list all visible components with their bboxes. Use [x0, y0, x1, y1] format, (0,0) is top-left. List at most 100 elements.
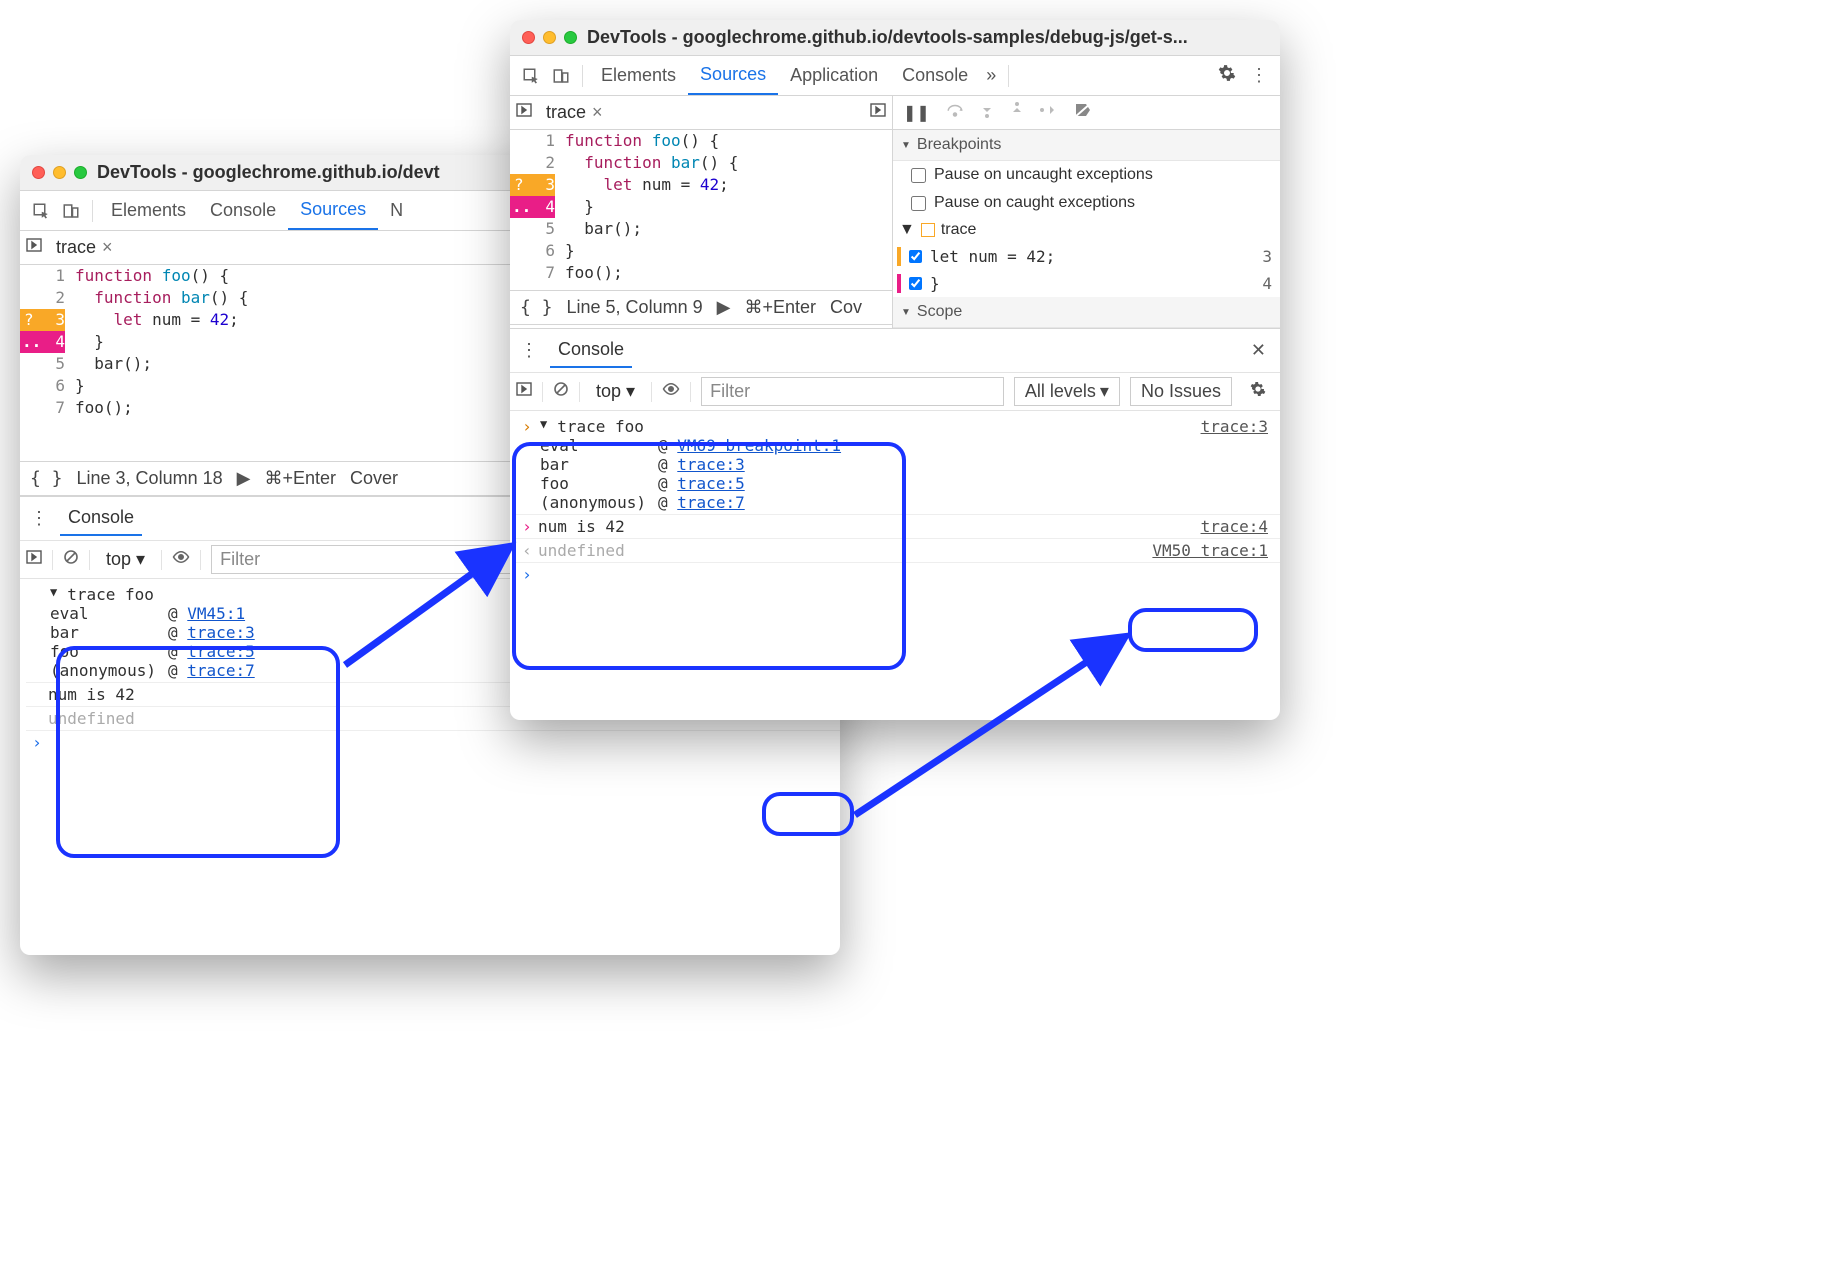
zoom-dot[interactable] [74, 166, 87, 179]
stack-link[interactable]: trace:5 [187, 642, 254, 661]
bp-checkbox[interactable] [909, 277, 922, 290]
traffic-lights [32, 166, 87, 179]
warning-icon: › [516, 417, 538, 436]
clear-console-icon[interactable] [63, 549, 79, 570]
stack-trace: ▼trace foo eval@ VM69 breakpoint:1 bar@ … [538, 417, 1201, 512]
run-hint: ⌘+Enter [744, 297, 816, 318]
disclosure-icon[interactable]: ▼ [540, 417, 547, 436]
context-selector[interactable]: top ▾ [100, 547, 151, 572]
close-dot[interactable] [522, 31, 535, 44]
tabs-overflow-icon[interactable] [870, 102, 886, 123]
tab-elements[interactable]: Elements [589, 57, 688, 94]
coverage[interactable]: Cov [830, 297, 862, 318]
tab-elements[interactable]: Elements [99, 192, 198, 229]
console-drawer: ⋮ Console ✕ top ▾ Filter All levels ▾ No… [510, 328, 1280, 590]
settings-icon[interactable] [1210, 64, 1244, 87]
window-title: DevTools - googlechrome.github.io/devt [97, 162, 440, 183]
pause-icon[interactable]: ❚❚ [903, 103, 930, 123]
checkbox[interactable] [911, 196, 926, 211]
pretty-print-button[interactable]: { } [30, 468, 63, 489]
deactivate-bp-icon[interactable] [1074, 102, 1092, 123]
console-row: › num is 42 trace:4 [516, 514, 1280, 538]
pretty-print-button[interactable]: { } [520, 297, 553, 318]
drawer-menu-icon[interactable]: ⋮ [516, 340, 542, 361]
console-prompt[interactable]: › [516, 562, 1280, 586]
bp-checkbox[interactable] [909, 250, 922, 263]
live-expr-icon[interactable] [662, 380, 680, 403]
checkbox[interactable] [911, 168, 926, 183]
stack-link[interactable]: VM69 breakpoint:1 [677, 436, 841, 455]
issues-button[interactable]: No Issues [1130, 377, 1232, 406]
log-icon: › [516, 517, 538, 536]
disclosure-icon[interactable]: ▼ [50, 585, 57, 604]
drawer-menu-icon[interactable]: ⋮ [26, 508, 52, 529]
navigator-toggle-icon[interactable] [516, 102, 532, 123]
tab-overflow[interactable]: N [378, 192, 415, 229]
close-icon[interactable]: × [592, 102, 603, 123]
titlebar: DevTools - googlechrome.github.io/devtoo… [510, 20, 1280, 56]
navigator-toggle-icon[interactable] [26, 237, 42, 258]
tab-sources[interactable]: Sources [688, 56, 778, 95]
source-code: function foo() { function bar() { let nu… [75, 265, 256, 461]
zoom-dot[interactable] [564, 31, 577, 44]
cursor-position: Line 5, Column 9 [567, 297, 703, 318]
live-expr-icon[interactable] [172, 548, 190, 571]
step-into-icon[interactable] [980, 102, 994, 123]
coverage[interactable]: Cover [350, 468, 398, 489]
file-icon [921, 223, 935, 237]
device-icon[interactable] [546, 59, 576, 93]
source-link[interactable]: VM50 trace:1 [1152, 541, 1276, 560]
minimize-dot[interactable] [53, 166, 66, 179]
source-link[interactable]: trace:4 [1201, 517, 1276, 536]
drawer-tab-console[interactable]: Console [60, 501, 142, 536]
drawer-tab-console[interactable]: Console [550, 333, 632, 368]
tab-console[interactable]: Console [890, 57, 980, 94]
scope-header[interactable]: ▼Scope [893, 297, 1280, 327]
close-dot[interactable] [32, 166, 45, 179]
breakpoint-group[interactable]: ▼trace [893, 217, 1280, 243]
tabs-overflow-icon[interactable]: » [980, 57, 1002, 94]
pause-caught[interactable]: Pause on caught exceptions [893, 189, 1280, 217]
sidebar-toggle-icon[interactable] [26, 549, 42, 570]
step-icon[interactable] [1040, 103, 1058, 122]
pause-uncaught[interactable]: Pause on uncaught exceptions [893, 161, 1280, 189]
traffic-lights [522, 31, 577, 44]
tab-sources[interactable]: Sources [288, 191, 378, 230]
file-tab-trace[interactable]: trace × [540, 100, 609, 125]
run-icon[interactable]: ▶ [237, 468, 251, 489]
tab-console[interactable]: Console [198, 192, 288, 229]
inspect-icon[interactable] [26, 194, 56, 228]
breakpoint-row[interactable]: }4 [893, 270, 1280, 297]
stack-link[interactable]: VM45:1 [187, 604, 245, 623]
file-tab-trace[interactable]: trace × [50, 235, 119, 260]
breakpoints-header[interactable]: ▼Breakpoints [893, 130, 1280, 160]
stack-link[interactable]: trace:3 [677, 455, 744, 474]
close-drawer-icon[interactable]: ✕ [1243, 340, 1274, 361]
context-selector[interactable]: top ▾ [590, 379, 641, 404]
console-row: ‹ undefined VM50 trace:1 [516, 538, 1280, 562]
stack-link[interactable]: trace:7 [187, 661, 254, 680]
kebab-icon[interactable]: ⋮ [1244, 59, 1274, 93]
device-icon[interactable] [56, 194, 86, 228]
run-icon[interactable]: ▶ [717, 297, 731, 318]
file-tabs-bar: trace × [510, 96, 892, 130]
clear-console-icon[interactable] [553, 381, 569, 402]
stack-link[interactable]: trace:5 [677, 474, 744, 493]
source-link[interactable]: trace:3 [1201, 417, 1276, 436]
console-prompt[interactable]: › [26, 730, 840, 754]
step-over-icon[interactable] [946, 102, 964, 123]
stack-link[interactable]: trace:3 [187, 623, 254, 642]
inspect-icon[interactable] [516, 59, 546, 93]
close-icon[interactable]: × [102, 237, 113, 258]
source-editor[interactable]: 1 2 3 4 5 6 7 function foo() { function … [510, 130, 892, 290]
breakpoint-row[interactable]: let num = 42;3 [893, 243, 1280, 270]
console-settings-icon[interactable] [1242, 381, 1274, 402]
stack-link[interactable]: trace:7 [677, 493, 744, 512]
cursor-position: Line 3, Column 18 [77, 468, 223, 489]
step-out-icon[interactable] [1010, 102, 1024, 123]
filter-input[interactable]: Filter [701, 377, 1004, 406]
log-levels[interactable]: All levels ▾ [1014, 377, 1120, 406]
minimize-dot[interactable] [543, 31, 556, 44]
tab-application[interactable]: Application [778, 57, 890, 94]
sidebar-toggle-icon[interactable] [516, 381, 532, 402]
